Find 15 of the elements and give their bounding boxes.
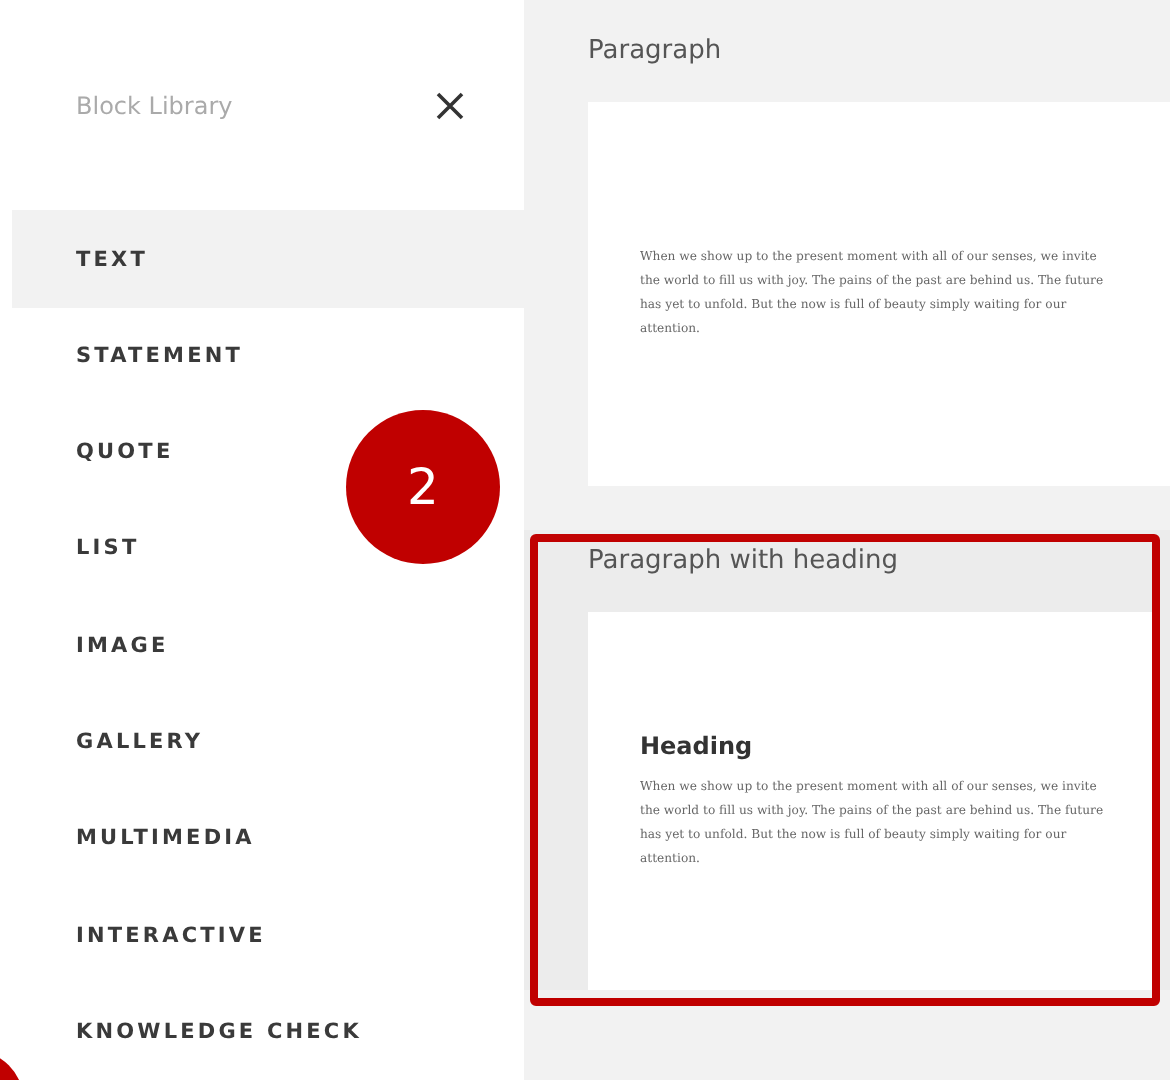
category-item[interactable]: MULTIMEDIA (12, 790, 263, 887)
category-item[interactable]: IMAGE (12, 597, 177, 694)
step-badge: 2 (346, 410, 500, 564)
category-item[interactable]: LIST (12, 500, 148, 598)
category-item[interactable]: INTERACTIVE (12, 886, 274, 984)
close-button[interactable] (436, 91, 464, 120)
preview-heading: Heading (640, 731, 755, 759)
category-item[interactable]: KNOWLEDGE CHECK (12, 983, 370, 1080)
panel-title: Block Library (76, 91, 233, 120)
category-item[interactable]: QUOTE (12, 404, 182, 501)
block-title: Paragraph with heading (588, 546, 898, 576)
category-item[interactable]: TEXT (12, 210, 524, 308)
category-item[interactable]: STATEMENT (12, 307, 252, 404)
category-item[interactable]: GALLERY (12, 693, 212, 791)
block-title: Paragraph (588, 36, 722, 66)
